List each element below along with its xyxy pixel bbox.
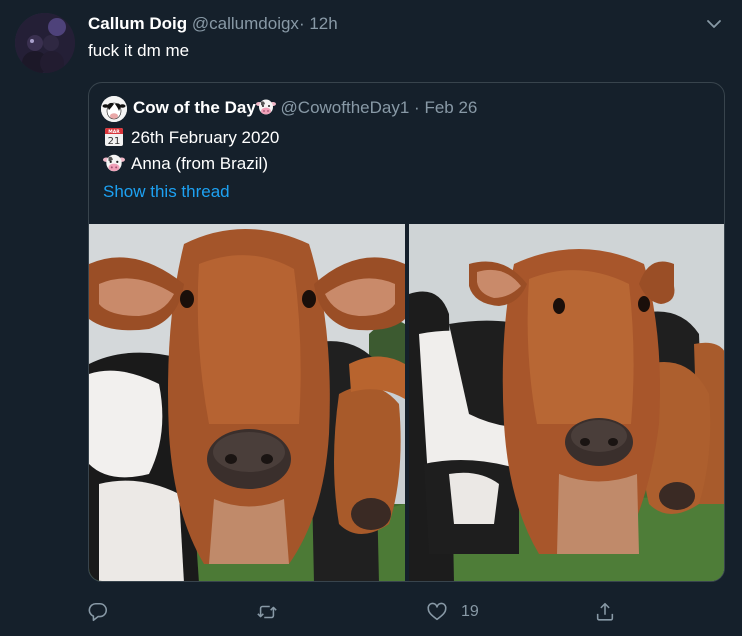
retweet-icon: [256, 601, 278, 623]
calendar-icon: MAR 21: [103, 127, 125, 147]
action-bar: 19: [0, 596, 742, 628]
tweet-header: Callum Doig @callumdoigx· 12h: [88, 14, 338, 34]
quoted-date-text: 26th February 2020: [131, 128, 280, 147]
quoted-cow-name: Anna (from Brazil): [131, 154, 268, 173]
tweet: Callum Doig @callumdoigx· 12h fuck it dm…: [0, 0, 742, 636]
chevron-down-icon[interactable]: [702, 12, 726, 36]
share-icon: [594, 601, 616, 623]
author-name[interactable]: Callum Doig: [88, 14, 187, 33]
quoted-header: Cow of the Day @CowoftheDay1 · Feb 26: [133, 98, 477, 118]
retweet-button[interactable]: [256, 596, 278, 628]
like-count: 19: [461, 603, 479, 620]
svg-text:21: 21: [108, 136, 121, 147]
photo-grid: [89, 224, 724, 581]
like-button[interactable]: 19: [426, 596, 479, 628]
svg-text:MAR: MAR: [108, 129, 120, 135]
heart-icon: [426, 601, 448, 623]
cow-face-icon: [255, 98, 276, 116]
quoted-date[interactable]: Feb 26: [424, 98, 477, 117]
quoted-text-line-1: MAR 21 26th February 2020: [103, 127, 279, 148]
avatar[interactable]: [15, 13, 75, 73]
cow-photo-2[interactable]: [409, 224, 724, 581]
quoted-author-name[interactable]: Cow of the Day: [133, 98, 256, 117]
share-button[interactable]: [594, 596, 616, 628]
tweet-text: fuck it dm me: [88, 41, 190, 60]
separator: ·: [298, 14, 305, 33]
quoted-tweet[interactable]: Cow of the Day @CowoftheDay1 · Feb 26 MA…: [88, 82, 725, 582]
reply-button[interactable]: [87, 596, 109, 628]
reply-icon: [87, 601, 109, 623]
cow-photo-1[interactable]: [89, 224, 405, 581]
author-handle[interactable]: @callumdoigx: [192, 14, 299, 33]
quoted-avatar[interactable]: [101, 96, 127, 122]
quoted-text-line-2: Anna (from Brazil): [103, 153, 268, 174]
cow-face-icon: [103, 153, 125, 173]
timestamp[interactable]: 12h: [309, 14, 337, 33]
separator: ·: [414, 98, 420, 117]
show-thread-link[interactable]: Show this thread: [103, 182, 230, 202]
quoted-author-handle[interactable]: @CowoftheDay1: [281, 98, 410, 117]
